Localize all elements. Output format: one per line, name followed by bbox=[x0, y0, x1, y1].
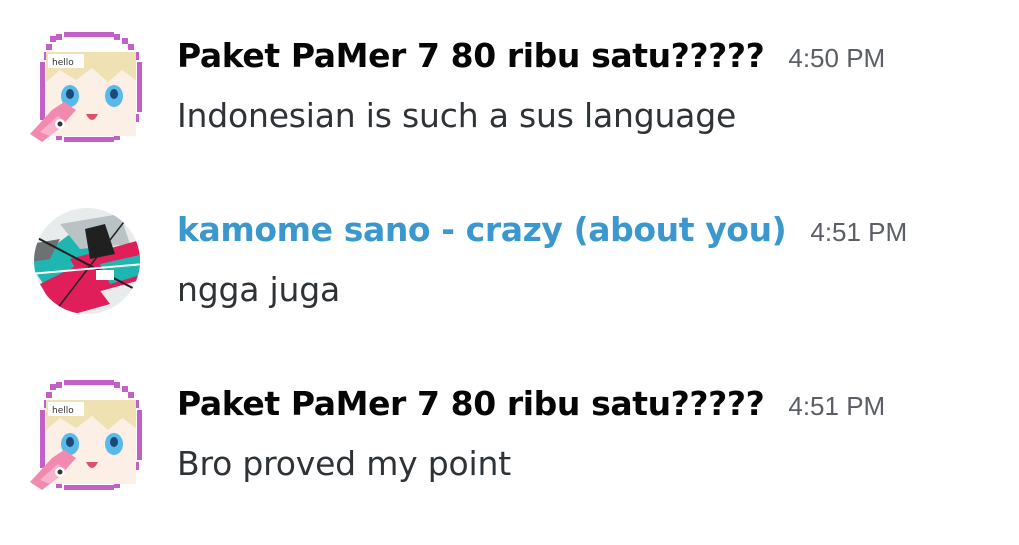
anime-girl-avatar-icon: hello bbox=[30, 32, 142, 142]
chat-message: hello Paket PaMer 7 80 ribu satu????? 4:… bbox=[0, 26, 1019, 176]
abstract-art-avatar-icon bbox=[34, 208, 140, 314]
chat-message: hello Paket PaMer 7 80 ribu satu????? 4:… bbox=[0, 374, 1019, 524]
message-content: Indonesian is such a sus language bbox=[177, 96, 737, 135]
timestamp[interactable]: 4:51 PM bbox=[788, 391, 885, 422]
username[interactable]: Paket PaMer 7 80 ribu satu????? bbox=[177, 36, 765, 75]
user-avatar[interactable] bbox=[30, 204, 144, 318]
avatar-frame-caption: hello bbox=[52, 58, 74, 68]
message-header: Paket PaMer 7 80 ribu satu????? 4:51 PM bbox=[177, 384, 885, 423]
avatar-frame-caption: hello bbox=[52, 406, 74, 416]
chat-message: kamome sano - crazy (about you) 4:51 PM … bbox=[0, 200, 1019, 350]
username[interactable]: Paket PaMer 7 80 ribu satu????? bbox=[177, 384, 765, 423]
message-header: kamome sano - crazy (about you) 4:51 PM bbox=[177, 210, 907, 249]
user-avatar[interactable]: hello bbox=[30, 378, 144, 492]
user-avatar[interactable]: hello bbox=[30, 30, 144, 144]
timestamp[interactable]: 4:51 PM bbox=[810, 217, 907, 248]
chat-message-list: hello Paket PaMer 7 80 ribu satu????? 4:… bbox=[0, 0, 1019, 545]
message-content: ngga juga bbox=[177, 270, 340, 309]
message-header: Paket PaMer 7 80 ribu satu????? 4:50 PM bbox=[177, 36, 885, 75]
anime-girl-avatar-icon: hello bbox=[30, 380, 142, 490]
message-content: Bro proved my point bbox=[177, 444, 511, 483]
username[interactable]: kamome sano - crazy (about you) bbox=[177, 210, 787, 249]
timestamp[interactable]: 4:50 PM bbox=[788, 43, 885, 74]
